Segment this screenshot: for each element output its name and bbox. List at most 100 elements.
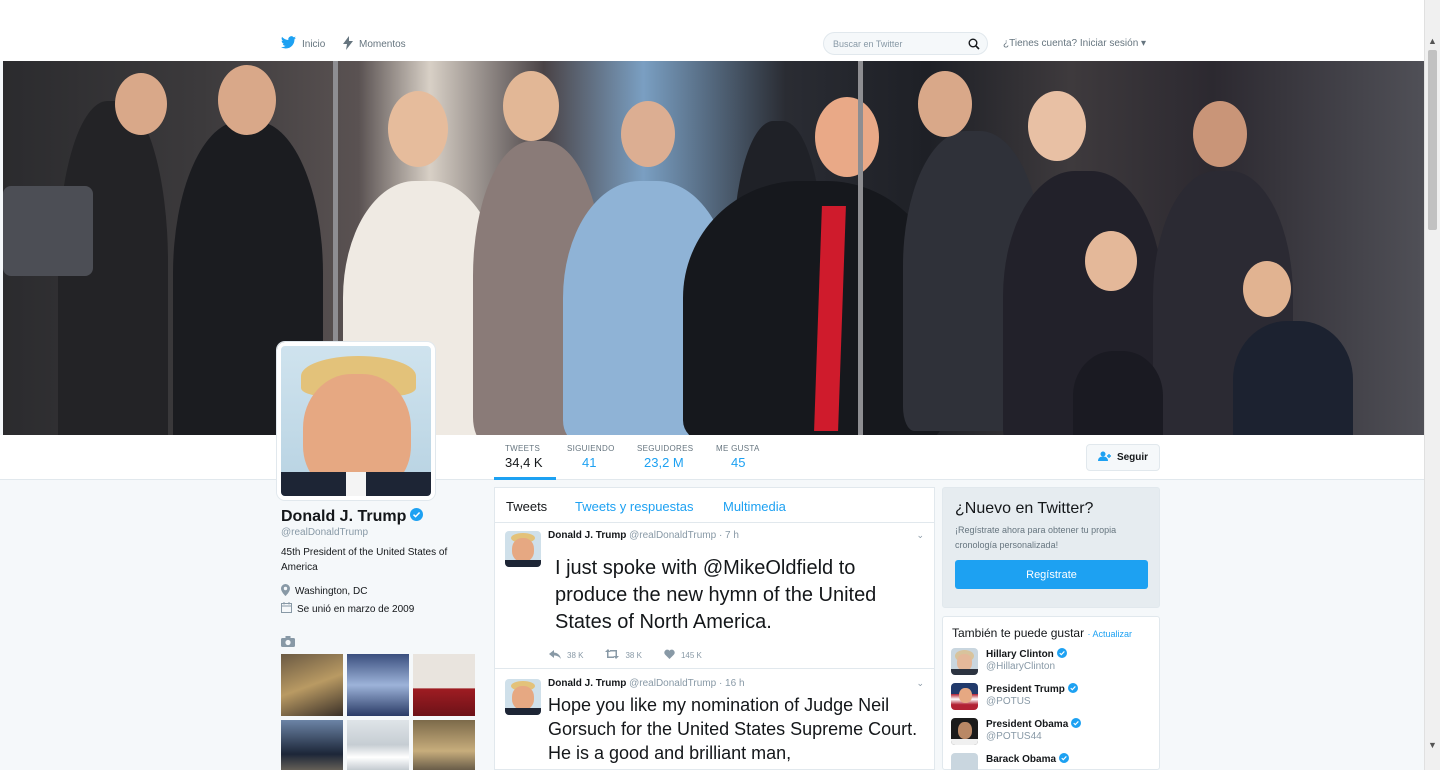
stat-likes[interactable]: ME GUSTA 45 [716,444,760,470]
suggestion-item[interactable]: President Trump @POTUS [951,683,1078,710]
profile-avatar[interactable] [277,342,435,500]
suggestion-name[interactable]: President Obama [986,718,1082,731]
media-thumbnail[interactable] [413,720,475,770]
follow-button-label: Seguir [1116,452,1149,463]
login-label: ¿Tienes cuenta? Iniciar sesión [1003,38,1139,49]
retweet-action[interactable]: 38 K [605,649,642,661]
suggestion-name-text: President Obama [986,719,1069,730]
stat-likes-value: 45 [731,455,746,470]
stat-following-value: 41 [582,455,597,470]
timeline-tabs: Tweets Tweets y respuestas Multimedia [495,488,934,523]
stat-followers-label: SEGUIDORES [637,444,694,453]
suggestion-name-text: President Trump [986,684,1065,695]
suggestion-item[interactable]: President Obama @POTUS44 [951,718,1082,745]
profile-join-text: Se unió en marzo de 2009 [297,603,415,615]
tab-tweets[interactable]: Tweets [506,499,547,514]
tweet-text: Hope you like my nomination of Judge Nei… [548,695,918,763]
reply-action[interactable]: 38 K [549,649,583,661]
stat-following-label: SIGUIENDO [567,444,615,453]
suggestion-handle: @POTUS [986,696,1031,707]
search-icon[interactable] [968,37,980,55]
tweet-menu-caret-icon[interactable]: ⌄ [916,530,924,541]
nav-moments[interactable]: Momentos [343,36,406,53]
lightning-icon [343,36,353,53]
tweet-timestamp[interactable]: · 16 h [719,678,745,689]
scroll-up-arrow-icon[interactable]: ▲ [1428,36,1437,46]
media-thumbnail[interactable] [281,654,343,716]
tweet-header: Donald J. Trump @realDonaldTrump · 16 h [548,678,745,689]
heart-icon [664,649,675,661]
nav-home[interactable]: Inicio [281,36,325,52]
profile-name: Donald J. Trump [281,508,424,526]
verified-badge-icon [1071,718,1082,731]
location-pin-icon [281,584,290,599]
scroll-down-arrow-icon[interactable]: ▼ [1428,740,1437,750]
media-thumbnail[interactable] [347,720,409,770]
tweet-avatar[interactable] [505,679,541,715]
tweet-header: Donald J. Trump @realDonaldTrump · 7 h [548,530,739,541]
suggestion-avatar[interactable] [951,648,978,675]
tweet-author-handle[interactable]: @realDonaldTrump [629,678,716,689]
twitter-bird-icon [281,36,296,52]
tweet-menu-caret-icon[interactable]: ⌄ [916,678,924,689]
media-thumbnail[interactable] [413,654,475,716]
tweet-avatar[interactable] [505,531,541,567]
reply-count: 38 K [567,650,584,660]
camera-icon[interactable] [281,634,295,652]
follow-button[interactable]: Seguir [1086,444,1160,471]
search-input[interactable] [823,32,988,55]
scrollbar-thumb[interactable] [1428,50,1437,230]
tweet-actions: 38 K 38 K 145 K [549,649,702,661]
suggestions-title-text: También te puede gustar [952,626,1085,640]
suggestion-item[interactable]: Hillary Clinton @HillaryClinton [951,648,1067,675]
suggestion-name[interactable]: Barack Obama [986,753,1070,766]
signup-card: ¿Nuevo en Twitter? ¡Regístrate ahora par… [942,487,1160,608]
signup-subtitle: ¡Regístrate ahora para obtener tu propia… [955,525,1117,550]
suggestion-avatar[interactable] [951,683,978,710]
suggestion-avatar[interactable] [951,753,978,770]
media-thumbnail[interactable] [281,720,343,770]
tweet-author-name[interactable]: Donald J. Trump [548,530,626,541]
suggestion-name[interactable]: President Trump [986,683,1078,696]
signup-button[interactable]: Regístrate [955,560,1148,589]
suggestions-title: También te puede gustar · Actualizar [952,626,1132,640]
suggestion-item[interactable]: Barack Obama [951,753,1070,770]
stat-tweets[interactable]: TWEETS 34,4 K [494,444,556,480]
profile-name-text: Donald J. Trump [281,508,407,525]
tweet-item[interactable]: Donald J. Trump @realDonaldTrump · 16 h … [495,670,934,770]
tweet-item[interactable]: Donald J. Trump @realDonaldTrump · 7 h ⌄… [495,523,934,669]
profile-location-text: Washington, DC [295,586,368,597]
nav-home-label: Inicio [302,38,326,50]
tweet-author-handle[interactable]: @realDonaldTrump [629,530,716,541]
tweet-text: I just spoke with @MikeOldfield to produ… [555,557,877,633]
suggestion-name[interactable]: Hillary Clinton [986,648,1067,661]
stat-followers[interactable]: SEGUIDORES 23,2 M [637,444,693,470]
suggestions-refresh-link[interactable]: · Actualizar [1087,629,1132,639]
tweet-timestamp[interactable]: · 7 h [719,530,739,541]
login-dropdown[interactable]: ¿Tienes cuenta? Iniciar sesión ▾ [1003,38,1146,49]
twitter-profile-page: Inicio Momentos ¿Tienes cuenta? Iniciar … [0,0,1440,770]
like-action[interactable]: 145 K [664,649,702,661]
tweet-author-name[interactable]: Donald J. Trump [548,678,626,689]
verified-badge-icon [1056,648,1067,661]
tab-tweets-replies[interactable]: Tweets y respuestas [575,499,694,514]
stat-following[interactable]: SIGUIENDO 41 [567,444,615,470]
caret-down-icon: ▾ [1141,38,1147,49]
profile-handle[interactable]: @realDonaldTrump [281,527,368,538]
verified-badge-icon [1059,753,1070,766]
add-user-icon [1097,451,1112,464]
verified-badge-icon [1067,683,1078,696]
suggestion-avatar[interactable] [951,718,978,745]
profile-header-image [3,61,1426,435]
profile-nav-bar: TWEETS 34,4 K SIGUIENDO 41 SEGUIDORES 23… [0,435,1424,480]
like-count: 145 K [680,650,702,660]
retweet-count: 38 K [625,650,642,660]
suggestion-name-text: Hillary Clinton [986,649,1054,660]
media-thumbnail[interactable] [347,654,409,716]
suggestion-name-text: Barack Obama [986,754,1057,765]
page-scrollbar[interactable]: ▲ ▼ [1424,0,1440,770]
signup-title: ¿Nuevo en Twitter? [955,500,1094,517]
verified-badge-icon [410,508,424,526]
tab-media[interactable]: Multimedia [723,499,786,514]
calendar-icon [281,602,292,616]
